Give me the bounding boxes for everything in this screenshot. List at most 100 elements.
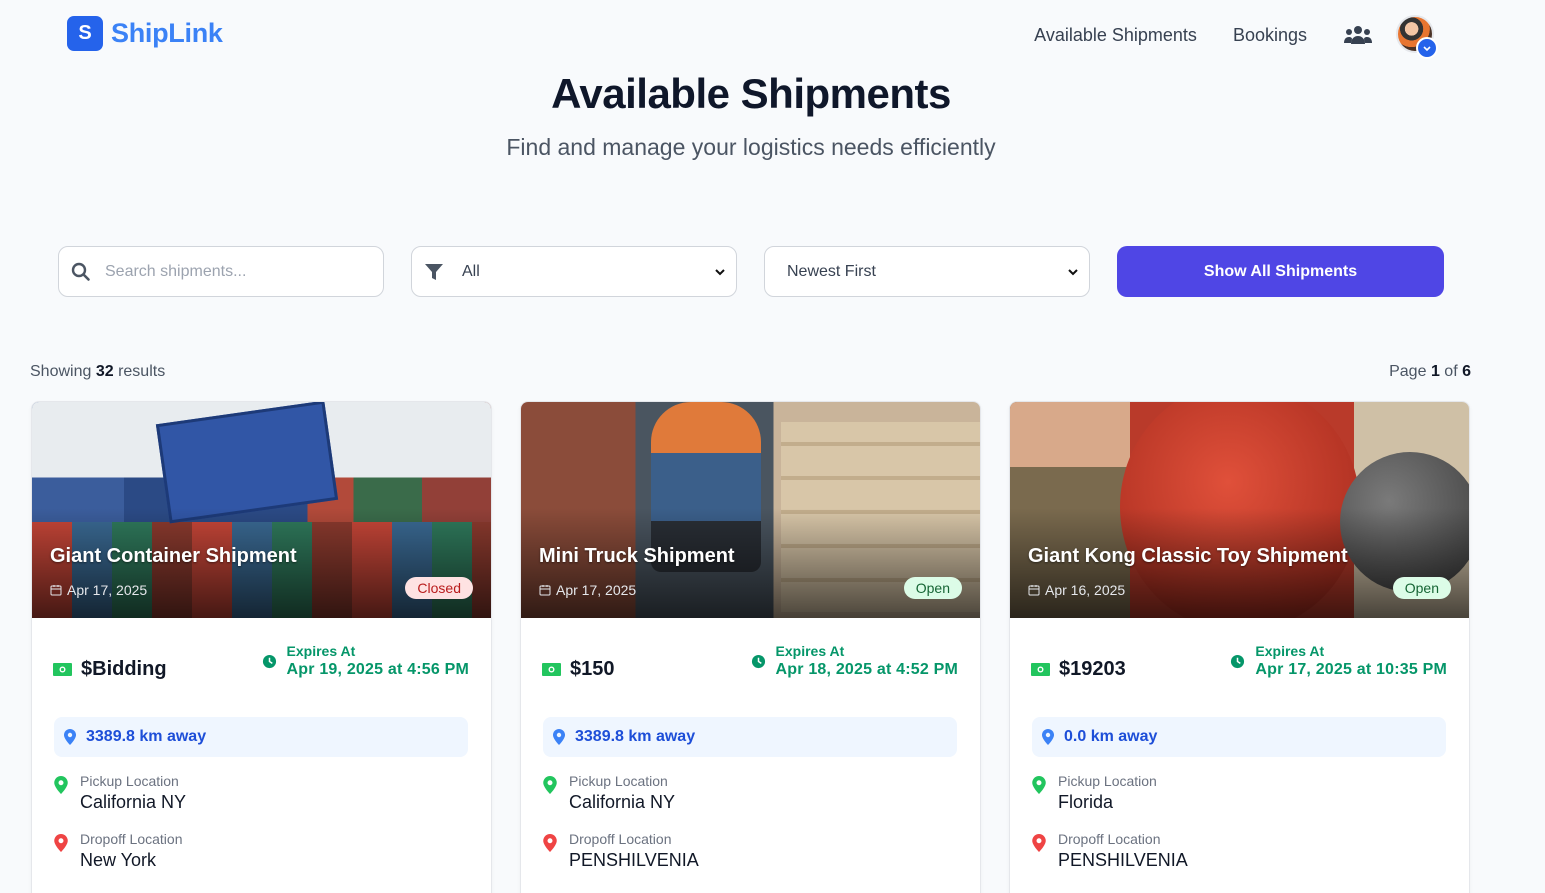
filter-select[interactable]: All (411, 246, 737, 297)
dropoff-label: Dropoff Location (80, 831, 183, 847)
clock-icon (262, 654, 276, 669)
sort-select[interactable]: Newest First (764, 246, 1090, 297)
pickup-location: Pickup Location California NY (543, 773, 675, 813)
money-icon (1031, 663, 1050, 676)
page-prefix: Page (1389, 363, 1427, 380)
shipment-card[interactable]: Giant Kong Classic Toy Shipment Apr 16, … (1009, 401, 1470, 893)
shipment-title: Giant Container Shipment (50, 545, 297, 567)
results-suffix: results (118, 363, 166, 380)
map-pin-icon (1032, 834, 1046, 852)
pickup-location: Pickup Location Florida (1032, 773, 1157, 813)
expires-label: Expires At (286, 643, 356, 659)
dropoff-value: New York (80, 850, 157, 870)
shipment-image: Mini Truck Shipment Apr 17, 2025 Open (521, 402, 980, 618)
map-pin-icon (1042, 729, 1054, 745)
show-all-shipments-button[interactable]: Show All Shipments (1117, 246, 1444, 297)
shipment-image: Giant Kong Classic Toy Shipment Apr 16, … (1010, 402, 1469, 618)
shipment-date-text: Apr 16, 2025 (1045, 582, 1126, 598)
page-info: Page 1 of 6 (1389, 363, 1471, 381)
shipment-image: Giant Container Shipment Apr 17, 2025 Cl… (32, 402, 491, 618)
price-value: $Bidding (81, 658, 167, 680)
map-pin-icon (543, 776, 557, 794)
search-input[interactable] (105, 262, 345, 281)
top-nav: Available Shipments Bookings (1034, 22, 1435, 48)
money-icon (53, 663, 72, 676)
nav-bookings[interactable]: Bookings (1233, 25, 1307, 46)
app-name: ShipLink (111, 18, 223, 48)
map-pin-icon (54, 834, 68, 852)
results-number: 32 (95, 363, 114, 380)
users-icon[interactable] (1343, 22, 1373, 48)
map-pin-icon (54, 776, 68, 794)
distance-badge: 3389.8 km away (54, 717, 468, 757)
status-badge: Open (903, 577, 962, 599)
shipment-card[interactable]: Giant Container Shipment Apr 17, 2025 Cl… (31, 401, 492, 893)
sort-value: Newest First (787, 262, 876, 280)
avatar[interactable] (1396, 15, 1438, 59)
distance-badge: 0.0 km away (1032, 717, 1446, 757)
page-subtitle: Find and manage your logistics needs eff… (506, 134, 996, 160)
clock-icon (751, 654, 765, 669)
dropoff-label: Dropoff Location (1058, 831, 1161, 847)
expires-label: Expires At (1255, 643, 1325, 659)
search-icon (71, 262, 91, 282)
status-badge: Open (1392, 577, 1451, 599)
filter-value: All (462, 262, 480, 280)
dropoff-value: PENSHILVENIA (569, 850, 699, 870)
logo[interactable]: S ShipLink (67, 16, 223, 51)
pickup-label: Pickup Location (1058, 773, 1157, 789)
dropoff-value: PENSHILVENIA (1058, 850, 1188, 870)
pickup-value: California NY (80, 792, 187, 812)
filter-icon (424, 262, 444, 282)
distance-badge: 3389.8 km away (543, 717, 957, 757)
map-pin-icon (553, 729, 565, 745)
dropoff-location: Dropoff Location PENSHILVENIA (543, 831, 699, 871)
shipment-card[interactable]: Mini Truck Shipment Apr 17, 2025 Open $1… (520, 401, 981, 893)
pickup-label: Pickup Location (80, 773, 179, 789)
expires-block: Expires At Apr 19, 2025 at 4:56 PM (262, 643, 469, 679)
results-prefix: Showing (30, 363, 92, 380)
page-title: Available Shipments (551, 70, 951, 117)
shipment-title: Giant Kong Classic Toy Shipment (1028, 545, 1348, 567)
shipment-date-text: Apr 17, 2025 (556, 582, 637, 598)
page-of: of (1444, 363, 1458, 380)
expires-value: Apr 17, 2025 at 10:35 PM (1255, 661, 1447, 678)
search-box[interactable] (58, 246, 384, 297)
price-value: $19203 (1059, 658, 1126, 680)
money-icon (542, 663, 561, 676)
clock-icon (1231, 654, 1245, 669)
calendar-icon (50, 585, 62, 596)
chevron-down-icon (714, 265, 726, 283)
distance-text: 3389.8 km away (575, 728, 696, 745)
nav-available-shipments[interactable]: Available Shipments (1034, 25, 1197, 46)
distance-text: 3389.8 km away (86, 728, 207, 745)
shipment-price: $150 (542, 658, 615, 681)
map-pin-icon (543, 834, 557, 852)
dropoff-label: Dropoff Location (569, 831, 672, 847)
total-pages: 6 (1462, 363, 1471, 380)
status-badge: Closed (405, 577, 473, 599)
expires-label: Expires At (775, 643, 845, 659)
map-pin-icon (64, 729, 76, 745)
shipment-date: Apr 17, 2025 (50, 582, 147, 598)
shipment-date: Apr 16, 2025 (1028, 582, 1125, 598)
dropoff-location: Dropoff Location PENSHILVENIA (1032, 831, 1188, 871)
expires-value: Apr 18, 2025 at 4:52 PM (775, 661, 958, 678)
pickup-value: Florida (1058, 792, 1114, 812)
logo-mark: S (67, 16, 103, 51)
map-pin-icon (1032, 776, 1046, 794)
shipment-price: $Bidding (53, 658, 167, 681)
pickup-value: California NY (569, 792, 676, 812)
expires-block: Expires At Apr 17, 2025 at 10:35 PM (1230, 643, 1447, 679)
calendar-icon (539, 585, 551, 596)
expires-block: Expires At Apr 18, 2025 at 4:52 PM (751, 643, 958, 679)
calendar-icon (1028, 585, 1040, 596)
results-count: Showing 32 results (30, 363, 165, 381)
chevron-down-icon[interactable] (1416, 37, 1438, 59)
dropoff-location: Dropoff Location New York (54, 831, 182, 871)
price-value: $150 (570, 658, 615, 680)
shipment-price: $19203 (1031, 658, 1126, 681)
shipment-date-text: Apr 17, 2025 (67, 582, 148, 598)
shipment-title: Mini Truck Shipment (539, 545, 735, 567)
shipment-date: Apr 17, 2025 (539, 582, 636, 598)
